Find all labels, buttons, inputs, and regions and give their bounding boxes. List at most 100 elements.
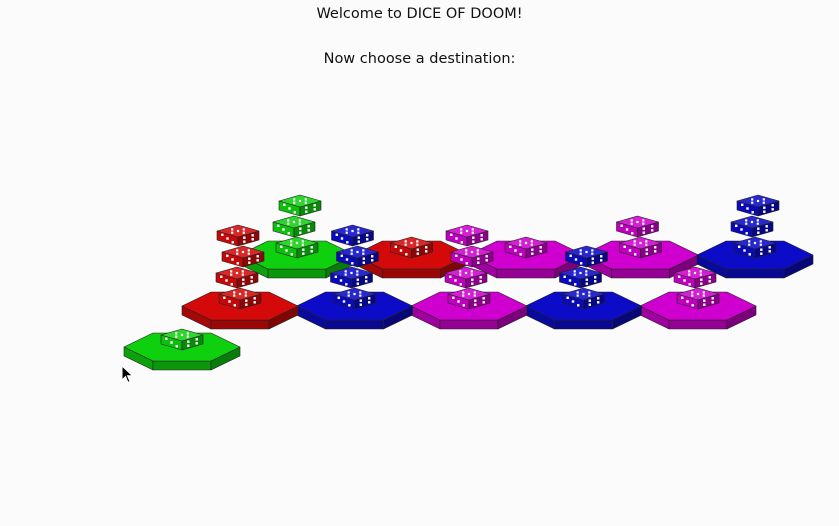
die-pip (243, 236, 246, 239)
die (278, 194, 322, 217)
die-pip (302, 248, 305, 251)
die-pip (588, 294, 591, 297)
die-pip (404, 243, 407, 246)
die-pip (751, 198, 754, 201)
die-pip (585, 270, 588, 273)
die-pip (630, 222, 633, 225)
die-pip (299, 227, 302, 230)
die (616, 215, 659, 238)
die-pip (585, 273, 588, 276)
die-pip (530, 243, 533, 246)
die-pip (771, 208, 774, 211)
die-pip (244, 291, 247, 294)
die-pip (763, 206, 766, 209)
die (736, 194, 780, 217)
die-pip (359, 291, 362, 294)
die-pip (301, 243, 304, 246)
die-pip (681, 296, 684, 299)
die-pip (233, 304, 236, 307)
die-pip (362, 252, 365, 255)
die-pip (654, 246, 657, 249)
die-pip (290, 240, 293, 243)
die-pip (293, 201, 296, 204)
die-pip (738, 245, 741, 248)
die-pip (221, 233, 224, 236)
die-pip (741, 203, 744, 206)
die-pip (366, 234, 369, 237)
die-pip (416, 243, 419, 246)
die-pip (768, 246, 771, 249)
die-pip (482, 301, 485, 304)
die-pip (700, 282, 703, 285)
die-pip (416, 252, 419, 255)
tile-side-front (210, 319, 270, 330)
die-pip (233, 294, 236, 297)
die-pip (238, 292, 242, 296)
die-pip (477, 257, 480, 260)
die-pip (357, 231, 360, 234)
die-pip (242, 278, 245, 281)
die-pip (459, 283, 462, 286)
die-pip (347, 291, 350, 294)
die-pip (472, 236, 475, 239)
die-pip (471, 228, 474, 231)
die-pip (340, 237, 344, 240)
die-pip (394, 245, 397, 248)
die-pip (693, 271, 697, 275)
die-pip (175, 332, 178, 335)
die-pip (479, 276, 482, 279)
die-pip (645, 243, 648, 246)
die-pip (759, 240, 762, 243)
die-pip (416, 248, 419, 251)
die-pip (248, 261, 251, 264)
die-pip (186, 335, 189, 338)
tile-side-front (382, 268, 441, 279)
die-pip (476, 249, 479, 252)
die-pip (519, 243, 522, 246)
die-pip (771, 204, 774, 207)
die-pip (756, 222, 759, 225)
die-pip (350, 271, 353, 275)
die-pip (416, 240, 419, 243)
die-pip (745, 222, 748, 225)
die-pip (756, 219, 759, 222)
die-pip (345, 228, 348, 231)
die-pip (365, 276, 368, 279)
die-pip (225, 279, 228, 282)
die-pip (765, 229, 768, 232)
die-pip (359, 299, 362, 302)
die (216, 224, 260, 247)
die-pip (759, 243, 762, 246)
die-pip (223, 296, 226, 299)
die-pip (280, 245, 283, 248)
die-pip (588, 299, 591, 302)
die-pip (465, 249, 468, 252)
die-pip (688, 270, 691, 273)
die-pip (569, 254, 572, 257)
die-pip (170, 341, 173, 344)
die-pip (304, 198, 307, 201)
tile-side-front (496, 268, 556, 279)
die-pip (574, 258, 578, 261)
die-pip (591, 252, 594, 255)
die-pip (334, 275, 337, 278)
die-pip (702, 294, 705, 297)
die-pip (645, 252, 648, 255)
die-pip (236, 249, 239, 252)
die-pip (241, 270, 244, 273)
die-pip (186, 332, 189, 335)
die-pip (688, 283, 691, 286)
die-pip (298, 219, 301, 222)
die-pip (425, 246, 428, 249)
die-pip (519, 253, 522, 256)
die-pip (691, 291, 694, 294)
die-pip (539, 246, 542, 249)
die-pip (691, 294, 694, 297)
die-pip (247, 252, 250, 255)
die-pip (577, 304, 580, 307)
die-pip (748, 253, 751, 256)
die-pip (711, 297, 714, 300)
die-pip (230, 270, 233, 273)
die-pip (480, 234, 483, 237)
die-pip (348, 304, 351, 307)
